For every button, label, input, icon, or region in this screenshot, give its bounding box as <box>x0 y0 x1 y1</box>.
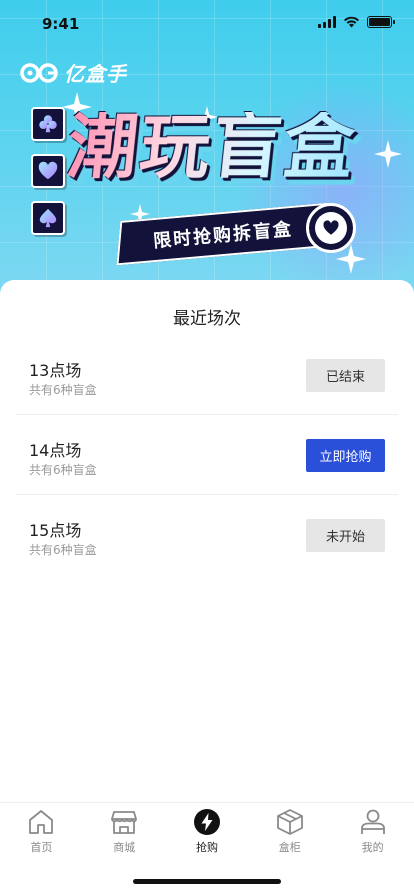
club-icon <box>39 115 57 133</box>
tab-label: 首页 <box>30 841 53 854</box>
section-title: 最近场次 <box>173 309 241 329</box>
home-icon <box>29 810 54 834</box>
hero-title: 潮玩盲盒 <box>63 106 361 188</box>
suit-card-club <box>31 107 65 141</box>
sparkle-icon <box>374 140 402 168</box>
suit-card-heart <box>31 154 65 188</box>
status-time: 9:41 <box>42 15 80 33</box>
tab-store[interactable]: 商城 <box>83 803 166 862</box>
tab-label: 抢购 <box>195 841 218 854</box>
session-desc: 共有6种盲盒 <box>29 463 97 477</box>
wifi-icon <box>344 16 359 28</box>
status-bar: 9:41 <box>0 0 414 48</box>
brand-mark-icon <box>20 62 58 83</box>
spade-icon <box>39 208 57 228</box>
tab-home[interactable]: 首页 <box>0 803 83 862</box>
session-upcoming-button[interactable]: 未开始 <box>306 519 385 552</box>
session-list: 13点场 共有6种盲盒 已结束 14点场 共有6种盲盒 立即抢购 15点场 共有… <box>16 335 398 575</box>
battery-icon <box>367 16 395 28</box>
heart-badge <box>306 203 356 253</box>
brand-logo: 亿盒手 <box>20 58 127 87</box>
cellular-signal-icon <box>318 16 336 28</box>
session-desc: 共有6种盲盒 <box>29 383 97 397</box>
heart-icon <box>323 220 339 235</box>
session-name: 13点场 <box>29 361 82 380</box>
tab-label: 我的 <box>361 841 384 854</box>
session-row[interactable]: 13点场 共有6种盲盒 已结束 <box>16 335 398 415</box>
hero-ribbon-text: 限时抢购拆盲盒 <box>152 218 294 253</box>
tab-label: 商城 <box>113 841 136 854</box>
brand-name: 亿盒手 <box>64 62 127 86</box>
buy-now-button[interactable]: 立即抢购 <box>306 439 385 472</box>
store-icon <box>111 811 138 834</box>
session-name: 15点场 <box>29 521 82 540</box>
hero-banner: 9:41 亿盒手 潮玩盲盒 限时抢购拆盲盒 <box>0 0 414 300</box>
session-desc: 共有6种盲盒 <box>29 543 97 557</box>
tab-profile[interactable]: 我的 <box>331 803 414 862</box>
session-row[interactable]: 15点场 共有6种盲盒 未开始 <box>16 495 398 575</box>
tab-label: 盒柜 <box>278 841 301 854</box>
session-ended-button[interactable]: 已结束 <box>306 359 385 392</box>
session-row[interactable]: 14点场 共有6种盲盒 立即抢购 <box>16 415 398 495</box>
home-indicator <box>133 879 281 884</box>
heart-icon <box>38 161 58 180</box>
sessions-panel: 最近场次 13点场 共有6种盲盒 已结束 14点场 共有6种盲盒 立即抢购 15… <box>0 280 414 802</box>
box-icon <box>276 809 303 835</box>
bottom-tab-bar: 首页 商城 抢购 盒柜 我的 <box>0 802 414 862</box>
tab-flash-sale[interactable]: 抢购 <box>166 803 249 862</box>
session-name: 14点场 <box>29 441 82 460</box>
tab-box-cabinet[interactable]: 盒柜 <box>248 803 331 862</box>
lightning-icon <box>193 809 220 835</box>
user-icon <box>360 809 385 834</box>
suit-card-spade <box>31 201 65 235</box>
